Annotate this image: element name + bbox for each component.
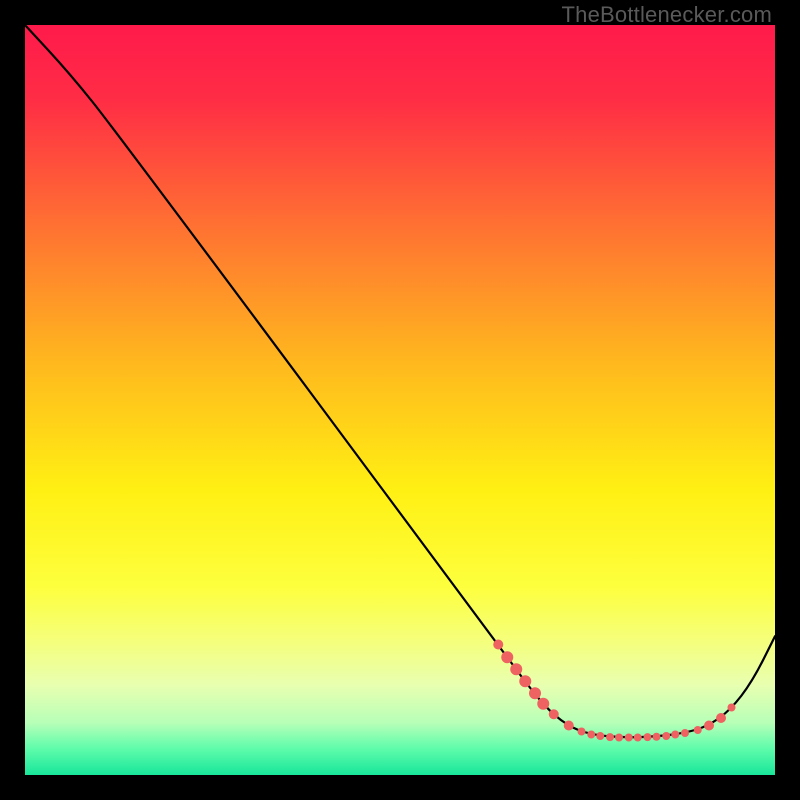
data-marker — [694, 726, 702, 734]
data-marker — [728, 704, 736, 712]
data-marker — [493, 640, 503, 650]
curve-layer — [25, 25, 775, 775]
chart-container: TheBottlenecker.com — [0, 0, 800, 800]
data-marker — [596, 732, 604, 740]
data-marker — [644, 733, 652, 741]
data-marker — [634, 734, 642, 742]
data-marker — [529, 687, 541, 699]
data-marker — [662, 732, 670, 740]
data-marker — [653, 733, 661, 741]
data-marker — [704, 721, 714, 731]
data-marker — [564, 721, 574, 731]
data-marker — [671, 731, 679, 739]
data-marker — [587, 731, 595, 739]
data-marker — [537, 698, 549, 710]
data-markers — [493, 640, 735, 742]
plot-area — [25, 25, 775, 775]
data-marker — [606, 733, 614, 741]
data-marker — [681, 729, 689, 737]
data-marker — [501, 651, 513, 663]
data-marker — [615, 734, 623, 742]
data-marker — [625, 734, 633, 742]
data-marker — [716, 713, 726, 723]
data-marker — [510, 663, 522, 675]
data-marker — [578, 728, 586, 736]
data-marker — [519, 675, 531, 687]
data-marker — [549, 709, 559, 719]
bottleneck-curve — [25, 25, 775, 737]
